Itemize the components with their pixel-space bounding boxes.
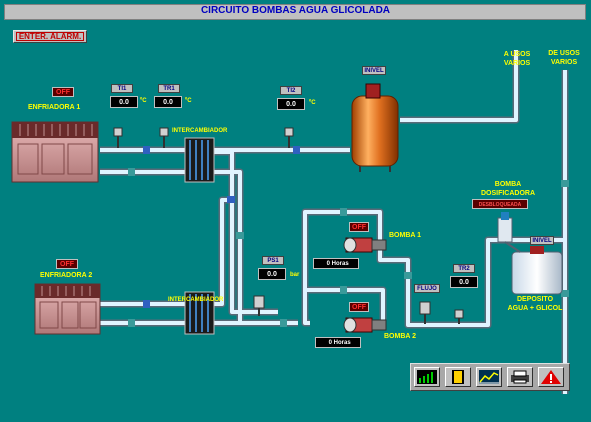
deposit-label: DEPOSITO AGUA + GLICOL — [507, 296, 563, 312]
chiller-2-status[interactable]: OFF — [56, 259, 78, 269]
exchanger-1-label: INTERCAMBIADOR — [172, 128, 228, 134]
alarm-icon — [541, 370, 561, 384]
th1-unit: ºC — [140, 98, 147, 104]
deposit-level-tag: INIVEL — [530, 236, 554, 245]
th1-value: 0.0 — [110, 96, 138, 108]
chiller-1-unit — [11, 121, 99, 183]
trend-icon — [417, 370, 437, 384]
ps1-value: 0.0 — [258, 268, 286, 280]
pump-2-label: BOMBA 2 — [384, 333, 417, 340]
pump-2-hours-unit: Horas — [333, 340, 351, 346]
outlet-de-usos-label: DE USOS VARIOS — [548, 50, 580, 66]
pump-2-body — [343, 317, 387, 333]
pump-2-status[interactable]: OFF — [349, 302, 369, 312]
ti2-tag: TI2 — [280, 86, 302, 95]
glycol-deposit — [497, 212, 563, 295]
heat-exchanger-1 — [184, 137, 215, 183]
trend-button[interactable] — [414, 367, 440, 387]
storage-tank — [351, 83, 399, 172]
ti2-value: 0.0 — [277, 98, 305, 110]
exchanger-2-label: INTERCAMBIADOR — [168, 297, 224, 303]
navigation-toolbar — [410, 363, 570, 391]
tr1-unit: ºC — [185, 98, 192, 104]
pump-1-status[interactable]: OFF — [349, 222, 369, 232]
graph-button[interactable] — [476, 367, 502, 387]
dosing-pump-label: BOMBA DOSIFICADORA — [480, 181, 536, 197]
chiller-1-label: ENFRIADORA 1 — [28, 104, 81, 111]
alarm-button[interactable] — [538, 367, 564, 387]
tr2-tag: TR2 — [453, 264, 475, 273]
chiller-1-status[interactable]: OFF — [52, 87, 74, 97]
pump-2-hours: 0 Horas — [315, 337, 361, 348]
ps1-unit: bar — [290, 272, 300, 278]
graph-icon — [479, 370, 499, 384]
door-button[interactable] — [445, 367, 471, 387]
tr1-value: 0.0 — [154, 96, 182, 108]
th1-tag: TI1 — [111, 84, 133, 93]
flujo-tag: FLUJO — [414, 284, 440, 293]
scada-screen: CIRCUITO BOMBAS AGUA GLICOLADA ENTER. AL… — [0, 0, 591, 422]
pump-1-body — [343, 237, 387, 253]
tr2-value: 0.0 — [450, 276, 478, 288]
printer-button[interactable] — [507, 367, 533, 387]
pump-1-label: BOMBA 1 — [389, 232, 422, 239]
ps1-tag: PS1 — [262, 256, 284, 265]
chiller-2-label: ENFRIADORA 2 — [40, 272, 93, 279]
pump-2-hours-value: 0 — [328, 340, 332, 346]
printer-icon — [511, 370, 529, 384]
dosing-pump-status[interactable]: DESBLOQUEADA — [472, 199, 528, 209]
tank-level-tag: INIVEL — [362, 66, 386, 75]
ti2-unit: ºC — [309, 100, 316, 106]
door-icon — [452, 370, 464, 384]
pump-1-hours-value: 0 — [326, 261, 330, 267]
pump-1-hours: 0 Horas — [313, 258, 359, 269]
outlet-a-usos-label: A USOS VARIOS — [503, 51, 531, 67]
pump-1-hours-unit: Horas — [331, 261, 349, 267]
tr1-tag: TR1 — [158, 84, 180, 93]
chiller-2-unit — [34, 283, 101, 335]
